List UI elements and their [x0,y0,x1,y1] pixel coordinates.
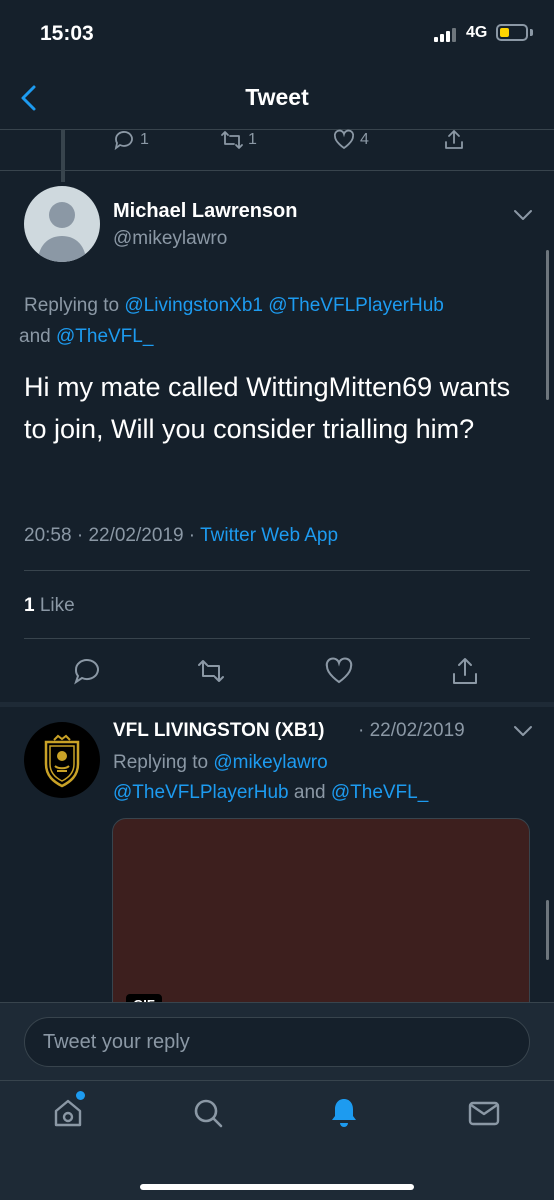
club-crest-icon [44,734,80,788]
mention-link[interactable]: @mikeylawro [213,752,327,773]
tweet-meta: 20:58 · 22/02/2019 · Twitter Web App [24,525,338,547]
meta-separator: · [183,525,201,546]
share-icon [445,130,463,149]
author-handle[interactable]: @mikeylawro [113,228,227,250]
search-icon[interactable] [190,1095,226,1131]
media-card[interactable] [112,818,530,1018]
status-time: 15:03 [40,22,94,45]
home-icon[interactable] [50,1095,86,1131]
reply-input[interactable] [24,1017,530,1067]
prev-like-button[interactable]: 4 [332,128,369,152]
tweet-text: Hi my mate called WittingMitten69 wants … [24,372,511,444]
previous-tweet-actions: 1 1 4 [0,128,554,158]
prev-retweet-count: 1 [248,131,257,148]
home-indicator [140,1184,414,1190]
heart-icon[interactable] [324,656,354,686]
default-avatar-icon [38,202,86,262]
notification-dot [76,1091,85,1100]
tab-bar [0,1080,554,1200]
replying-and: and [19,326,56,347]
reply-icon[interactable] [72,656,102,686]
prev-reply-count: 1 [140,131,149,148]
chevron-down-icon[interactable] [512,208,534,222]
prev-reply-button[interactable]: 1 [112,128,149,152]
section-divider [0,702,554,707]
mention-link[interactable]: @LivingstonXb1 [124,295,263,316]
avatar[interactable] [24,722,100,798]
mention-link[interactable]: @TheVFL_ [56,326,153,347]
status-bar: 15:03 4G [0,0,554,66]
prev-retweet-button[interactable]: 1 [220,128,257,152]
meta-separator: · [71,525,89,546]
reply-date: · 22/02/2019 [358,720,465,741]
reply-author-name[interactable]: VFL LIVINGSTON (XB1) [113,720,325,742]
retweet-icon[interactable] [196,656,226,686]
mention-link[interactable]: @TheVFLPlayerHub [268,295,444,316]
replying-and: and [288,782,331,803]
share-icon[interactable] [450,656,480,686]
replying-prefix: Replying to [113,752,214,773]
scrollbar[interactable] [546,250,549,400]
divider [24,638,530,639]
like-count: 1 [24,595,35,616]
divider [24,570,530,571]
prev-share-button[interactable] [442,128,470,152]
replying-to: Replying to @mikeylawro @TheVFLPlayerHub … [113,748,513,808]
tweet-actions [0,652,554,692]
replying-prefix: Replying to [24,295,125,316]
network-type: 4G [466,24,488,41]
composer-bar [0,1002,554,1080]
replying-to: Replying to @LivingstonXb1 @TheVFLPlayer… [19,290,530,352]
avatar[interactable] [24,186,100,262]
nav-header: Tweet [0,66,554,130]
scrollbar[interactable] [546,900,549,960]
prev-like-count: 4 [360,131,369,148]
page-title: Tweet [245,84,309,110]
reply-icon [114,131,133,151]
tweet-time: 20:58 [24,525,72,546]
heart-icon [333,129,355,150]
tweet-source[interactable]: Twitter Web App [200,525,338,546]
mention-link[interactable]: @TheVFLPlayerHub [113,782,289,803]
chevron-down-icon[interactable] [512,724,534,738]
divider [0,170,554,171]
messages-mail-icon[interactable] [466,1095,502,1131]
signal-icon [434,26,458,42]
retweet-icon [221,131,243,149]
notifications-bell-icon[interactable] [326,1095,362,1131]
like-label: Like [34,595,75,616]
mention-link[interactable]: @TheVFL_ [331,782,428,803]
likes-summary[interactable]: 1 Like [24,595,75,617]
tweet-date: 22/02/2019 [88,525,184,546]
author-name[interactable]: Michael Lawrenson [113,200,298,223]
battery-tip [530,29,533,36]
battery-icon [496,24,528,41]
